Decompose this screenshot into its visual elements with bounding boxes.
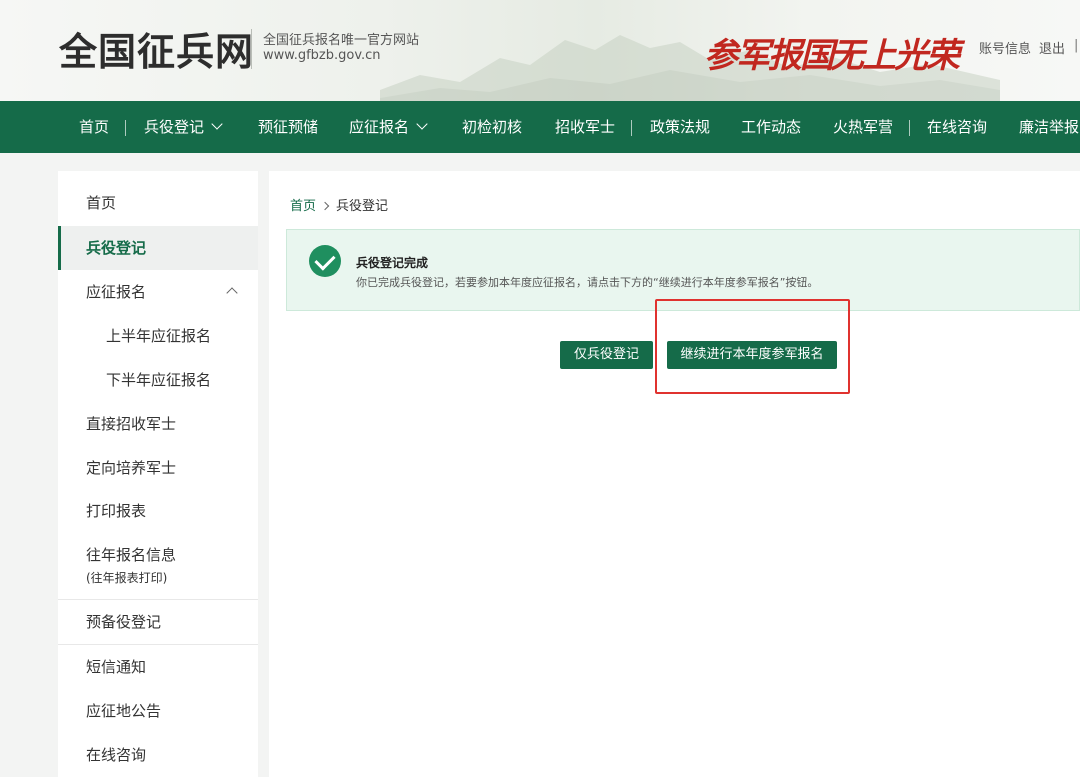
- nav-label: 预征预储: [258, 118, 319, 136]
- sidebar-item-label: 上半年应征报名: [106, 327, 212, 345]
- chevron-down-icon: [211, 118, 223, 130]
- breadcrumb-current: 兵役登记: [336, 199, 389, 214]
- site-url: www.gfbzb.gov.cn: [263, 48, 381, 63]
- sidebar-item-home[interactable]: 首页: [58, 181, 258, 225]
- sidebar-item-label: 在线咨询: [86, 746, 147, 764]
- nav-item-home[interactable]: 首页: [79, 101, 109, 153]
- slogan-left: 参军报国: [704, 36, 834, 76]
- breadcrumb: 首页 兵役登记: [290, 195, 388, 214]
- logout-link[interactable]: 退出: [1039, 38, 1065, 57]
- nav-label: 招收军士: [555, 118, 616, 136]
- sidebar-item-label: 应征报名: [86, 283, 147, 301]
- nav-label: 廉洁举报: [1019, 118, 1080, 136]
- site-logo[interactable]: 全国征兵网: [59, 21, 254, 76]
- nav-label: 在线咨询: [927, 118, 988, 136]
- sidebar-item-military-registration[interactable]: 兵役登记: [58, 226, 258, 270]
- sidebar-item-local-announcement[interactable]: 应征地公告: [58, 689, 258, 733]
- sidebar-item-label: 应征地公告: [86, 702, 162, 720]
- sidebar: 首页 兵役登记 应征报名 上半年应征报名 下半年应征报名 直接招收军士 定向培养…: [58, 171, 258, 777]
- sidebar-item-sms-notice[interactable]: 短信通知: [58, 645, 258, 689]
- nav-item-report[interactable]: 廉洁举报: [1019, 101, 1079, 153]
- nav-item-consult[interactable]: 在线咨询: [927, 101, 987, 153]
- sidebar-item-label: 下半年应征报名: [106, 371, 212, 389]
- sidebar-item-direct-sergeant[interactable]: 直接招收军士: [58, 402, 258, 446]
- nav-item-policies[interactable]: 政策法规: [650, 101, 710, 153]
- sidebar-item-print-forms[interactable]: 打印报表: [58, 489, 258, 533]
- sidebar-item-first-half-signup[interactable]: 上半年应征报名: [58, 314, 258, 358]
- site-subtitle: 全国征兵报名唯一官方网站: [263, 33, 420, 48]
- nav-label: 火热军营: [833, 118, 894, 136]
- header-separator: |: [1074, 38, 1079, 53]
- notice-title: 兵役登记完成: [356, 256, 429, 270]
- check-circle-icon: [309, 245, 341, 277]
- sidebar-item-past-signup[interactable]: 往年报名信息 (往年报表打印): [58, 533, 258, 599]
- nav-label: 首页: [79, 118, 110, 136]
- main-content: 首页 兵役登记 兵役登记完成 你已完成兵役登记，若要参加本年度应征报名，请点击下方…: [269, 171, 1080, 777]
- nav-label: 初检初核: [462, 118, 523, 136]
- sidebar-item-label: 直接招收军士: [86, 415, 177, 433]
- chevron-up-icon: [226, 287, 238, 299]
- sidebar-item-label: 兵役登记: [86, 239, 147, 257]
- breadcrumb-home-link[interactable]: 首页: [290, 199, 316, 214]
- sidebar-item-directed-training[interactable]: 定向培养军士: [58, 446, 258, 490]
- nav-separator: [125, 120, 126, 136]
- main-nav: 首页 兵役登记 预征预储 应征报名 初检初核 招收军士 政策法规 工作动态 火热…: [0, 101, 1080, 153]
- sidebar-item-sublabel: (往年报表打印): [86, 571, 168, 585]
- logo-divider: [251, 29, 252, 69]
- sidebar-item-reserve-registration[interactable]: 预备役登记: [58, 600, 258, 644]
- nav-item-barracks[interactable]: 火热军营: [833, 101, 893, 153]
- sidebar-item-label: 定向培养军士: [86, 459, 177, 477]
- sidebar-item-label: 短信通知: [86, 658, 147, 676]
- sidebar-item-label: 打印报表: [86, 502, 147, 520]
- only-register-button[interactable]: 仅兵役登记: [560, 341, 653, 369]
- sidebar-item-online-consult[interactable]: 在线咨询: [58, 733, 258, 777]
- nav-item-initial-check[interactable]: 初检初核: [462, 101, 522, 153]
- slogan-right: 无上光荣: [830, 36, 960, 76]
- nav-item-enlistment-signup[interactable]: 应征报名: [349, 101, 428, 153]
- sidebar-item-enlistment-signup[interactable]: 应征报名: [58, 270, 258, 314]
- chevron-down-icon: [416, 118, 428, 130]
- nav-label: 兵役登记: [144, 118, 205, 136]
- nav-label: 工作动态: [741, 118, 802, 136]
- site-header: 全国征兵网 全国征兵报名唯一官方网站 www.gfbzb.gov.cn 参军报国…: [0, 0, 1080, 101]
- nav-label: 应征报名: [349, 118, 410, 136]
- chevron-right-icon: [320, 201, 330, 211]
- nav-item-military-registration[interactable]: 兵役登记: [144, 101, 223, 153]
- sidebar-item-label: 首页: [86, 194, 117, 212]
- nav-item-recruit-sergeants[interactable]: 招收军士: [555, 101, 615, 153]
- nav-item-news[interactable]: 工作动态: [741, 101, 801, 153]
- nav-separator: [631, 120, 632, 136]
- nav-separator: [909, 120, 910, 136]
- nav-label: 政策法规: [650, 118, 711, 136]
- notice-text: 你已完成兵役登记，若要参加本年度应征报名，请点击下方的“继续进行本年度参军报名”…: [356, 276, 819, 289]
- account-info-link[interactable]: 账号信息: [979, 38, 1031, 57]
- sidebar-item-second-half-signup[interactable]: 下半年应征报名: [58, 358, 258, 402]
- sidebar-item-label: 预备役登记: [86, 613, 162, 631]
- continue-enlistment-button[interactable]: 继续进行本年度参军报名: [667, 341, 837, 369]
- nav-item-pre-enlistment[interactable]: 预征预储: [258, 101, 318, 153]
- sidebar-item-label: 往年报名信息: [86, 546, 177, 564]
